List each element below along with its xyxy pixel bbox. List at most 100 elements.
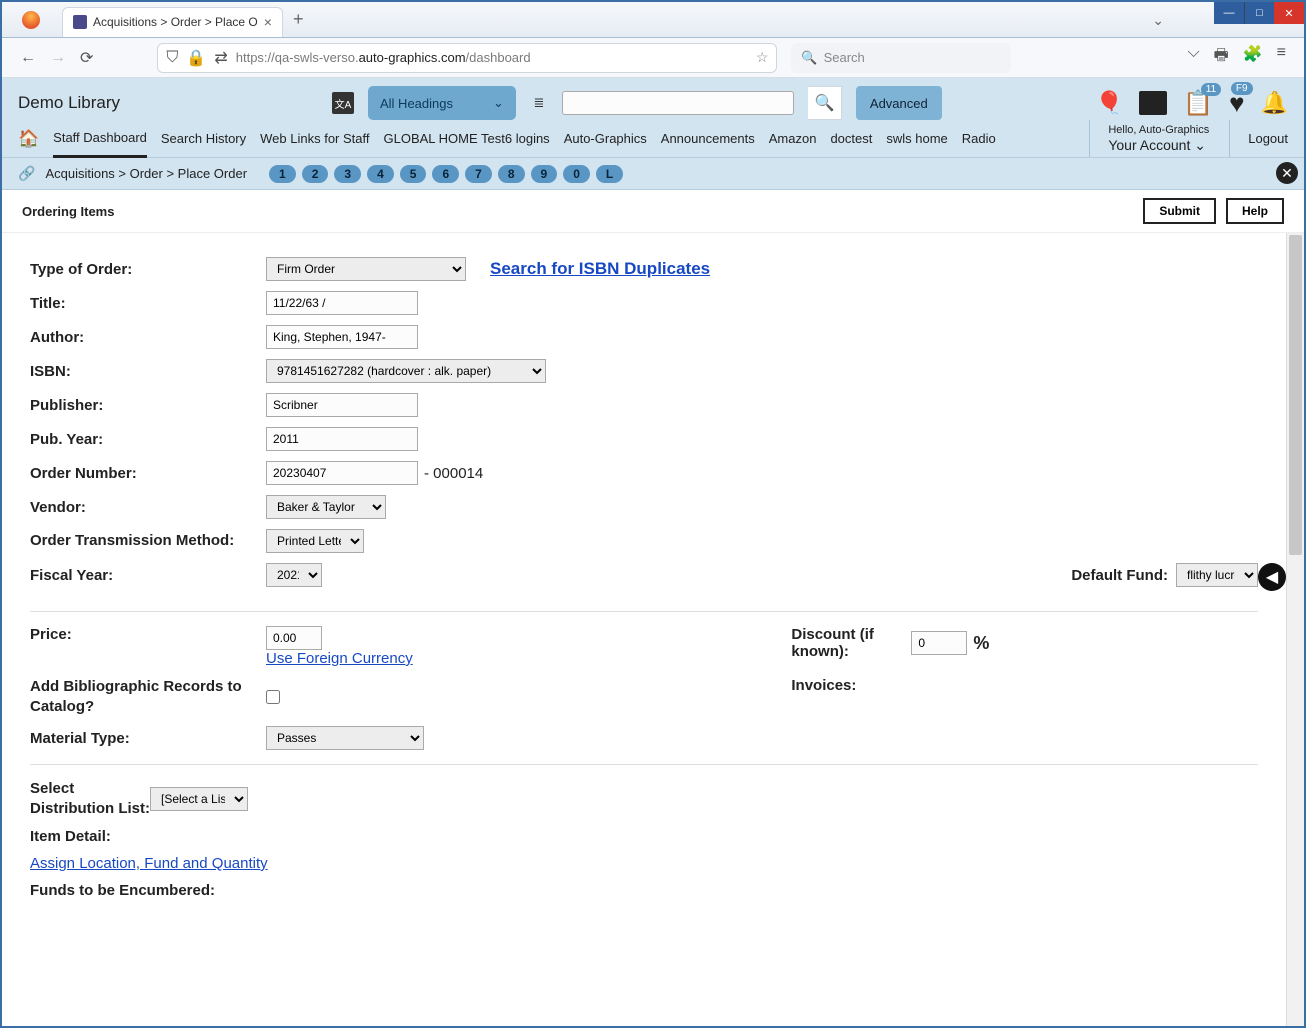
vertical-scrollbar[interactable] (1286, 233, 1304, 1026)
window-close-button[interactable]: ✕ (1274, 2, 1304, 24)
pubyear-input[interactable] (266, 427, 418, 451)
price-input[interactable] (266, 626, 322, 650)
nav-swls-home[interactable]: swls home (886, 121, 947, 156)
breadcrumb[interactable]: Acquisitions > Order > Place Order (45, 166, 247, 181)
pill-4[interactable]: 4 (367, 165, 394, 183)
account-block[interactable]: Hello, Auto-Graphics Your Account ⌄ (1108, 124, 1209, 154)
forward-button[interactable]: → (50, 49, 66, 67)
nav-radio[interactable]: Radio (962, 121, 996, 156)
pill-2[interactable]: 2 (302, 165, 329, 183)
print-icon[interactable]: 🖶 (1214, 44, 1229, 71)
vendor-select[interactable]: Baker & Taylor (266, 495, 386, 519)
catalog-search-button[interactable]: 🔍 (808, 86, 842, 120)
transmission-select[interactable]: Printed Letter (266, 529, 364, 553)
isbn-select[interactable]: 9781451627282 (hardcover : alk. paper) (266, 359, 546, 383)
pill-L[interactable]: L (596, 165, 623, 183)
addbib-checkbox[interactable] (266, 690, 280, 704)
close-panel-button[interactable]: ✕ (1276, 162, 1298, 184)
nav-web-links[interactable]: Web Links for Staff (260, 121, 369, 156)
film-icon[interactable] (1139, 91, 1167, 115)
chevron-down-icon: ⌄ (493, 95, 504, 111)
vendor-label: Vendor: (30, 499, 266, 516)
list-icon[interactable]: 📋11 (1183, 89, 1213, 118)
author-label: Author: (30, 329, 266, 346)
headings-dropdown[interactable]: All Headings ⌄ (368, 86, 516, 120)
submit-button[interactable]: Submit (1143, 198, 1216, 224)
window-minimize-button[interactable]: — (1214, 2, 1244, 24)
refresh-button[interactable]: ⟳ (80, 48, 93, 68)
title-label: Title: (30, 295, 266, 312)
logout-link[interactable]: Logout (1229, 120, 1288, 157)
title-input[interactable] (266, 291, 418, 315)
translate-icon[interactable]: 文A (332, 92, 354, 114)
scrollbar-thumb[interactable] (1289, 235, 1302, 555)
back-button[interactable]: ← (20, 49, 36, 67)
pill-8[interactable]: 8 (498, 165, 525, 183)
assign-location-link[interactable]: Assign Location, Fund and Quantity (30, 855, 268, 872)
material-select[interactable]: Passes (266, 726, 424, 750)
tab-close-icon[interactable]: × (264, 14, 272, 30)
headings-label: All Headings (380, 96, 453, 111)
firefox-icon (22, 11, 40, 29)
browser-toolbar: ← → ⟳ ⛉ 🔒 ⇄ https://qa-swls-verso.auto-g… (2, 38, 1304, 78)
lock-icon: 🔒 (186, 48, 206, 68)
nav-search-history[interactable]: Search History (161, 121, 246, 156)
pubyear-label: Pub. Year: (30, 431, 266, 448)
nav-staff-dashboard[interactable]: Staff Dashboard (53, 120, 147, 158)
pill-5[interactable]: 5 (400, 165, 427, 183)
new-tab-button[interactable]: + (293, 9, 304, 30)
fiscalyear-select[interactable]: 2021 (266, 563, 322, 587)
nav-doctest[interactable]: doctest (830, 121, 872, 156)
search-duplicates-link[interactable]: Search for ISBN Duplicates (490, 259, 710, 279)
browser-search-input[interactable]: 🔍 Search (791, 43, 1011, 73)
type-of-order-select[interactable]: Firm Order (266, 257, 466, 281)
transmission-label: Order Transmission Method: (30, 531, 266, 551)
window-titlebar: Acquisitions > Order > Place O × + ⌄ — □… (2, 2, 1304, 38)
author-input[interactable] (266, 325, 418, 349)
permissions-icon: ⇄ (214, 48, 227, 68)
publisher-input[interactable] (266, 393, 418, 417)
discount-input[interactable] (911, 631, 967, 655)
balloon-icon[interactable]: 🎈 (1096, 90, 1123, 116)
material-label: Material Type: (30, 730, 266, 747)
catalog-search-input[interactable] (562, 91, 794, 115)
nav-global-home[interactable]: GLOBAL HOME Test6 logins (384, 121, 550, 156)
nav-announcements[interactable]: Announcements (661, 121, 755, 156)
bookmark-star-icon[interactable]: ☆ (756, 49, 769, 66)
tabs-dropdown-icon[interactable]: ⌄ (1152, 12, 1164, 29)
page-title: Ordering Items (22, 204, 114, 219)
invoices-label: Invoices: (791, 677, 856, 694)
help-button[interactable]: Help (1226, 198, 1284, 224)
fiscalyear-label: Fiscal Year: (30, 567, 266, 584)
nav-amazon[interactable]: Amazon (769, 121, 817, 156)
database-icon[interactable]: ≣ (530, 94, 548, 112)
ordernum-suffix: - 000014 (424, 465, 483, 482)
pill-9[interactable]: 9 (531, 165, 558, 183)
pill-0[interactable]: 0 (563, 165, 590, 183)
window-maximize-button[interactable]: □ (1244, 2, 1274, 24)
pocket-icon[interactable]: ⌵ (1187, 44, 1199, 71)
type-of-order-label: Type of Order: (30, 261, 266, 278)
discount-label: Discount (if known): (791, 626, 911, 660)
percent-label: % (973, 633, 989, 654)
ordernum-input[interactable] (266, 461, 418, 485)
extensions-icon[interactable]: 🧩 (1243, 44, 1263, 71)
foreign-currency-link[interactable]: Use Foreign Currency (266, 650, 413, 667)
favorites-icon[interactable]: ♥F9 (1229, 88, 1244, 119)
menu-icon[interactable]: ≡ (1277, 44, 1286, 71)
side-panel-toggle[interactable]: ◀ (1258, 563, 1286, 591)
pill-3[interactable]: 3 (334, 165, 361, 183)
home-icon[interactable]: 🏠 (18, 129, 39, 149)
advanced-search-button[interactable]: Advanced (856, 86, 942, 120)
pill-1[interactable]: 1 (269, 165, 296, 183)
notifications-icon[interactable]: 🔔 (1261, 90, 1288, 116)
url-bar[interactable]: ⛉ 🔒 ⇄ https://qa-swls-verso.auto-graphic… (157, 43, 777, 73)
pill-7[interactable]: 7 (465, 165, 492, 183)
browser-tab[interactable]: Acquisitions > Order > Place O × (62, 7, 283, 37)
pill-6[interactable]: 6 (432, 165, 459, 183)
link-icon: 🔗 (18, 165, 35, 182)
nav-auto-graphics[interactable]: Auto-Graphics (564, 121, 647, 156)
distlist-select[interactable]: [Select a List] (150, 787, 248, 811)
funds-label: Funds to be Encumbered: (30, 882, 215, 899)
default-fund-select[interactable]: flithy lucre (1176, 563, 1258, 587)
